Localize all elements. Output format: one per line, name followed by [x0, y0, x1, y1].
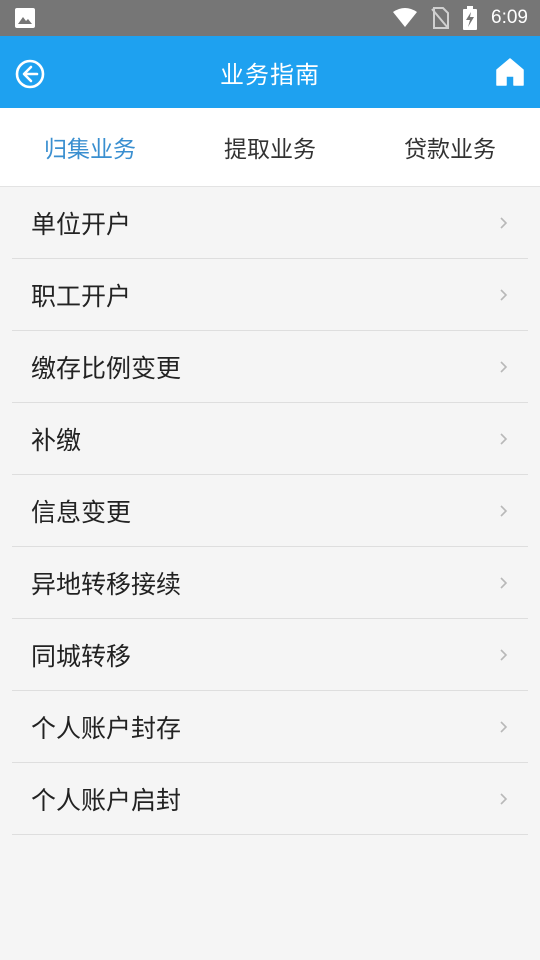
tab-collection[interactable]: 归集业务 — [0, 130, 180, 164]
list-item-label: 缴存比例变更 — [31, 353, 182, 383]
list-item[interactable]: 信息变更 — [12, 475, 528, 547]
list-item[interactable]: 个人账户启封 — [12, 763, 528, 835]
list-item-label: 补缴 — [31, 425, 82, 455]
chevron-right-icon — [500, 576, 508, 589]
list-item[interactable]: 异地转移接续 — [12, 547, 528, 619]
image-icon — [15, 8, 35, 28]
battery-charging-icon — [463, 6, 478, 30]
status-time: 6:09 — [491, 7, 528, 28]
list-item-label: 异地转移接续 — [31, 569, 182, 599]
back-circle-icon[interactable] — [14, 58, 46, 90]
home-icon[interactable] — [496, 58, 524, 86]
chevron-right-icon — [500, 792, 508, 805]
chevron-right-icon — [500, 288, 508, 301]
tab-withdrawal[interactable]: 提取业务 — [180, 130, 360, 164]
tab-bar: 归集业务 提取业务 贷款业务 — [0, 108, 540, 187]
list-item[interactable]: 补缴 — [12, 403, 528, 475]
tab-loan[interactable]: 贷款业务 — [360, 130, 540, 164]
list-item-label: 信息变更 — [31, 497, 132, 527]
chevron-right-icon — [500, 432, 508, 445]
chevron-right-icon — [500, 216, 508, 229]
list-item[interactable]: 个人账户封存 — [12, 691, 528, 763]
list-item-label: 单位开户 — [31, 209, 132, 239]
list-item-label: 职工开户 — [31, 281, 132, 311]
chevron-right-icon — [500, 504, 508, 517]
list-item-label: 个人账户封存 — [31, 713, 182, 743]
title-bar: 业务指南 — [0, 36, 540, 108]
list-item[interactable]: 同城转移 — [12, 619, 528, 691]
guide-list: 单位开户 职工开户 缴存比例变更 补缴 信息变更 异地转移接续 同城转移 个人账… — [0, 187, 540, 835]
list-item[interactable]: 缴存比例变更 — [12, 331, 528, 403]
wifi-icon — [393, 8, 418, 27]
no-sim-icon — [431, 7, 450, 29]
list-item[interactable]: 职工开户 — [12, 259, 528, 331]
status-bar: 6:09 — [0, 0, 540, 36]
page-title: 业务指南 — [220, 60, 320, 89]
list-item-label: 同城转移 — [31, 641, 132, 671]
list-item-label: 个人账户启封 — [31, 785, 182, 815]
chevron-right-icon — [500, 720, 508, 733]
chevron-right-icon — [500, 648, 508, 661]
chevron-right-icon — [500, 360, 508, 373]
list-item[interactable]: 单位开户 — [12, 187, 528, 259]
